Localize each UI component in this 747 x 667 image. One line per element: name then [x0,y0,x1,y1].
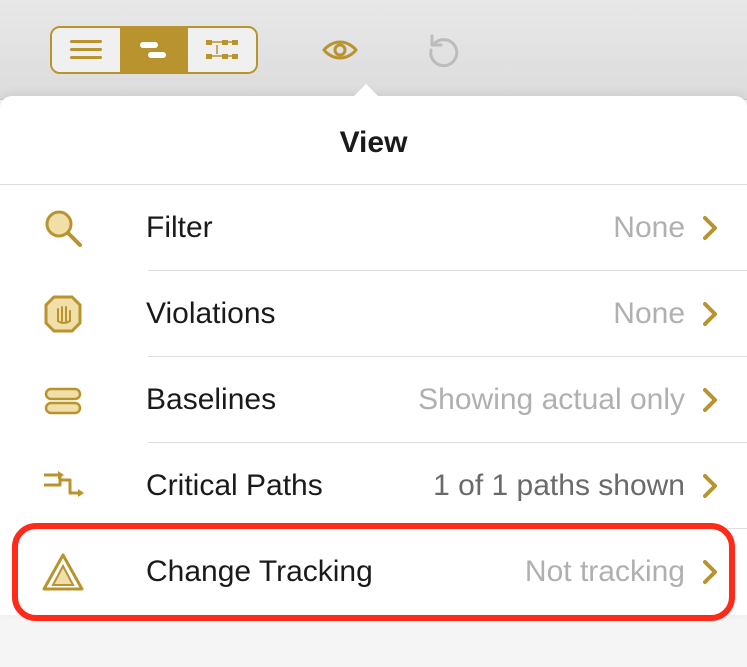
gantt-view-segment[interactable] [120,28,188,72]
chevron-right-icon [703,388,717,412]
network-icon [202,36,242,64]
list-icon [66,36,106,64]
menu-item-label: Filter [146,211,213,245]
eye-icon [318,28,362,72]
gantt-icon [134,36,174,64]
view-options-button[interactable] [318,28,362,72]
chevron-right-icon [703,560,717,584]
menu-item-value: Showing actual only [418,383,685,417]
menu-item-label: Change Tracking [146,555,373,589]
list-view-segment[interactable] [52,28,120,72]
undo-icon [422,28,466,72]
view-mode-segmented-control[interactable] [50,26,258,74]
menu-item-critical-paths[interactable]: Critical Paths 1 of 1 paths shown [0,443,747,529]
view-popover: View Filter None Violat [0,96,747,615]
menu-item-value: None [613,297,685,331]
search-icon [40,205,86,251]
chevron-right-icon [703,302,717,326]
hand-stop-icon [40,291,86,337]
menu-item-violations[interactable]: Violations None [0,271,747,357]
menu-item-value: Not tracking [525,555,685,589]
menu-item-label: Violations [146,297,276,331]
layers-icon [40,377,86,423]
menu-item-label: Critical Paths [146,469,323,503]
menu-item-baselines[interactable]: Baselines Showing actual only [0,357,747,443]
chevron-right-icon [703,474,717,498]
view-menu-list: Filter None Violations None [0,185,747,615]
chevron-right-icon [703,216,717,240]
popover-title: View [0,96,747,185]
triangle-icon [40,549,86,595]
menu-item-value: 1 of 1 paths shown [433,469,685,503]
network-view-segment[interactable] [188,28,256,72]
menu-item-value: None [613,211,685,245]
popover-arrow [352,84,380,98]
menu-item-change-tracking[interactable]: Change Tracking Not tracking [0,529,747,615]
menu-item-label: Baselines [146,383,276,417]
undo-button[interactable] [422,28,466,72]
critical-path-icon [40,463,86,509]
menu-item-filter[interactable]: Filter None [0,185,747,271]
